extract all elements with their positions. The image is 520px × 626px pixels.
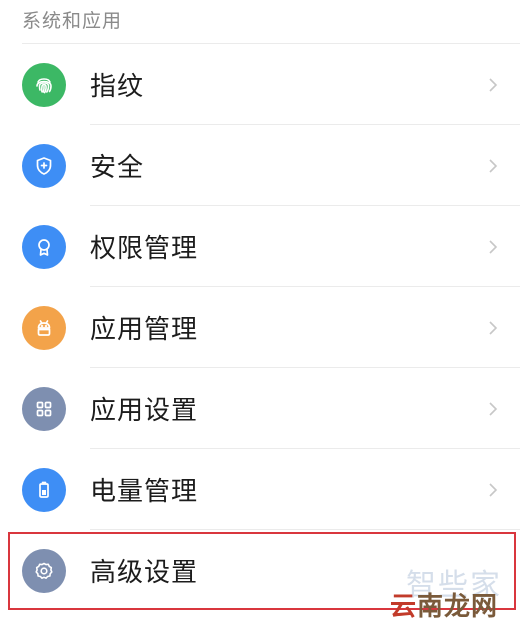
chevron-right-icon — [489, 320, 498, 335]
chevron-right-icon — [489, 158, 498, 173]
settings-item-label: 指纹 — [90, 72, 145, 102]
android-icon — [22, 305, 66, 350]
watermark-yunnan-prefix: 云 — [389, 592, 417, 622]
settings-item-label: 电量管理 — [90, 477, 199, 507]
settings-item-battery[interactable]: 电量管理 — [0, 449, 520, 530]
badge-icon — [22, 224, 66, 269]
settings-item-label: 权限管理 — [90, 234, 199, 264]
settings-item-app-management[interactable]: 应用管理 — [0, 287, 520, 368]
watermark-yunnan: 云南龙网 — [390, 586, 498, 623]
shield-icon — [22, 143, 66, 188]
chevron-right-icon — [489, 77, 498, 92]
chevron-right-icon — [489, 401, 498, 416]
settings-item-fingerprint[interactable]: 指纹 — [0, 44, 520, 125]
settings-item-label: 安全 — [90, 153, 145, 183]
settings-list: 指纹 安全 权限管理 应用管理 应用设置 电量管理 高级设置 — [0, 44, 520, 611]
gear-icon — [22, 548, 66, 593]
battery-icon — [22, 467, 66, 512]
grid-icon — [22, 386, 66, 431]
settings-item-security[interactable]: 安全 — [0, 125, 520, 206]
settings-screen: 系统和应用 指纹 安全 权限管理 应用管理 应用设置 电量管理 高级设置 智些家… — [0, 0, 520, 626]
chevron-right-icon — [489, 482, 498, 497]
settings-item-label: 应用管理 — [90, 315, 199, 345]
chevron-right-icon — [489, 239, 498, 254]
watermark-yunnan-rest: 南龙网 — [416, 592, 498, 622]
settings-item-app-settings[interactable]: 应用设置 — [0, 368, 520, 449]
fingerprint-icon — [22, 62, 66, 107]
settings-item-label: 高级设置 — [90, 558, 199, 588]
settings-item-label: 应用设置 — [90, 396, 199, 426]
section-title: 系统和应用 — [22, 10, 123, 32]
settings-item-permissions[interactable]: 权限管理 — [0, 206, 520, 287]
